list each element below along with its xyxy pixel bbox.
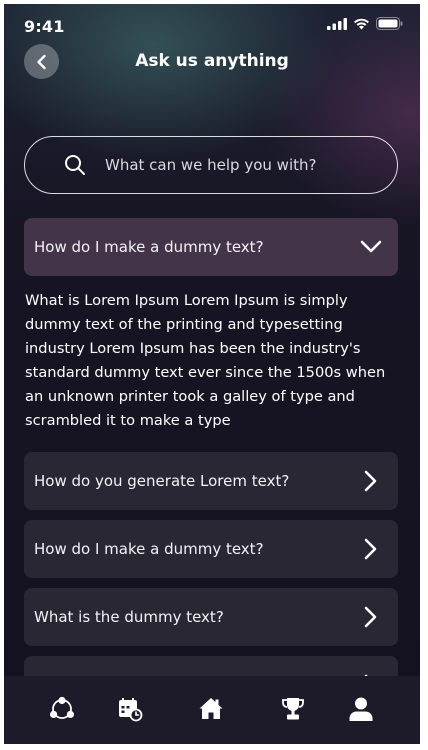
calendar-icon bbox=[119, 698, 143, 722]
search-icon bbox=[65, 155, 85, 175]
faq-answer: What is Lorem Ipsum Lorem Ipsum is simpl… bbox=[25, 292, 386, 429]
trophy-icon bbox=[282, 698, 304, 720]
faq-question: How do I make a dummy text? bbox=[34, 238, 264, 256]
faq-item[interactable]: How do you generate Lorem text? bbox=[24, 452, 398, 510]
faq-item[interactable]: What is the dummy text? bbox=[24, 588, 398, 646]
faq-item-expanded[interactable]: How do I make a dummy text? bbox=[24, 218, 398, 276]
nav-profile[interactable] bbox=[348, 696, 374, 722]
bottom-nav bbox=[4, 676, 420, 744]
chevron-right-icon bbox=[364, 470, 377, 492]
wifi-icon bbox=[354, 18, 369, 29]
search-bar[interactable] bbox=[24, 136, 398, 194]
status-icons bbox=[327, 17, 403, 30]
chevron-right-icon bbox=[364, 606, 377, 628]
faq-question: How do I make a dummy text? bbox=[34, 540, 264, 558]
faq-question: How do you generate Lorem text? bbox=[34, 472, 290, 490]
search-input[interactable] bbox=[105, 145, 397, 185]
home-icon bbox=[199, 698, 223, 719]
profile-icon bbox=[349, 697, 373, 721]
status-time: 9:41 bbox=[24, 17, 65, 36]
app-screen: 9:41 Ask us anything What can we help yo… bbox=[4, 4, 420, 744]
chevron-down-icon bbox=[360, 240, 382, 253]
faq-question: What is the dummy text? bbox=[34, 608, 224, 626]
nav-calendar[interactable] bbox=[117, 696, 143, 722]
nav-trophy[interactable] bbox=[280, 696, 306, 722]
battery-icon bbox=[376, 17, 403, 30]
nav-home[interactable] bbox=[198, 696, 224, 722]
nav-community[interactable] bbox=[49, 696, 75, 722]
faq-item[interactable]: How do I make a dummy text? bbox=[24, 520, 398, 578]
faq-list: How do I make a dummy text? What is Lore… bbox=[24, 218, 398, 714]
signal-icon bbox=[327, 17, 347, 30]
page-title: Ask us anything bbox=[135, 51, 289, 71]
community-icon bbox=[50, 696, 74, 719]
chevron-right-icon bbox=[364, 538, 377, 560]
